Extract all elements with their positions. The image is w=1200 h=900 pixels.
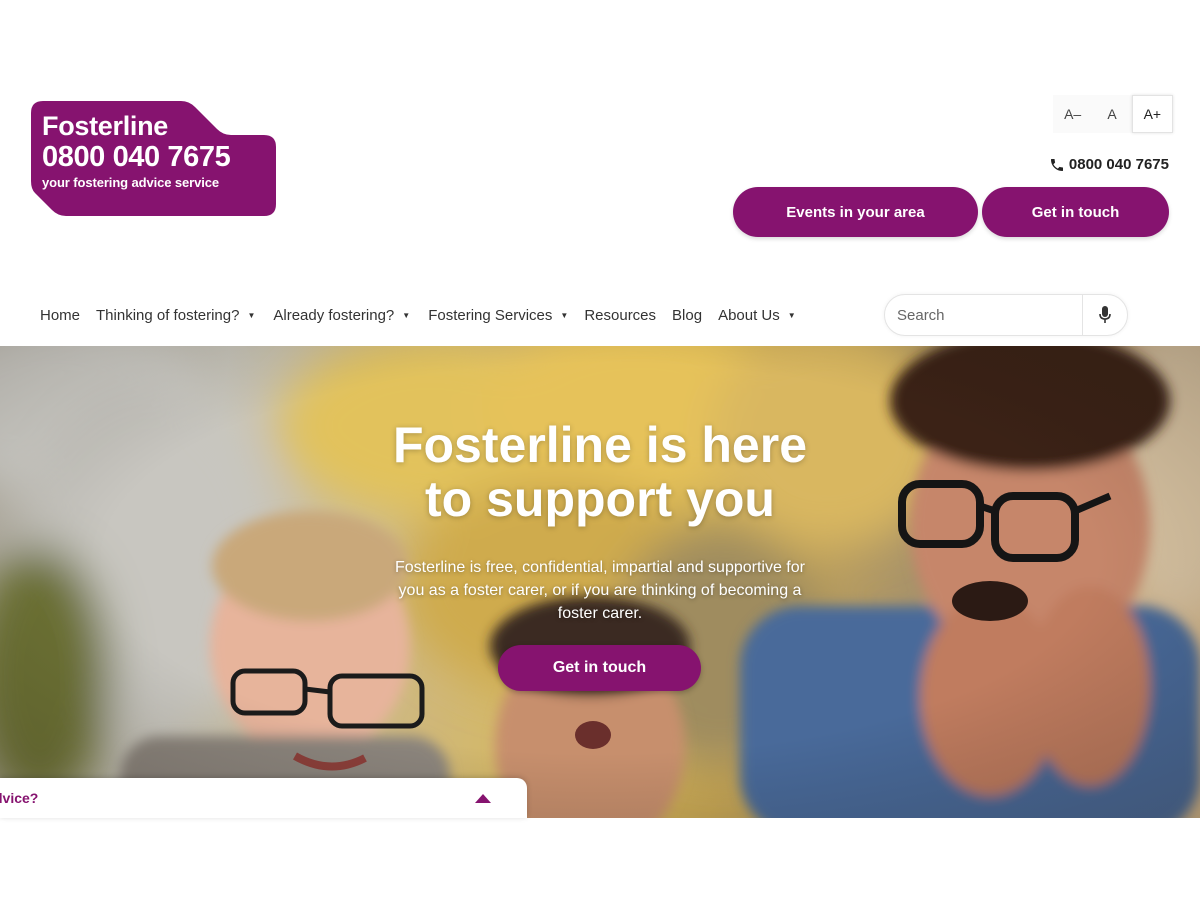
hero-get-in-touch-button[interactable]: Get in touch <box>498 645 701 691</box>
search-box <box>884 294 1128 336</box>
nav-item-label: Thinking of fostering? <box>96 306 240 324</box>
nav-item-thinking-of-fostering[interactable]: Thinking of fostering? ▼ <box>96 307 255 324</box>
font-normal-button[interactable]: A <box>1092 95 1132 133</box>
nav-item-home[interactable]: Home <box>40 307 80 324</box>
chat-widget-bar[interactable]: dvice? <box>0 778 527 818</box>
caret-up-icon[interactable] <box>475 793 491 803</box>
search-input[interactable] <box>885 295 1082 335</box>
microphone-icon <box>1099 306 1111 323</box>
caret-down-icon: ▼ <box>787 310 796 320</box>
font-decrease-button[interactable]: A– <box>1053 95 1093 133</box>
nav-item-label: Fostering Services <box>428 306 553 324</box>
nav-item-label: Already fostering? <box>273 306 395 324</box>
nav-item-label: About Us <box>718 306 780 324</box>
nav-item-about-us[interactable]: About Us ▼ <box>718 307 796 324</box>
header-phone-number: 0800 040 7675 <box>1068 156 1169 173</box>
caret-down-icon: ▼ <box>247 310 256 320</box>
events-in-your-area-button[interactable]: Events in your area <box>733 187 978 237</box>
logo-phone: 0800 040 7675 <box>42 141 231 173</box>
header-phone-link[interactable]: 0800 040 7675 <box>1049 156 1169 173</box>
nav-item-resources[interactable]: Resources <box>584 307 656 324</box>
hero-banner: Fosterline is here to support you Foster… <box>0 346 1200 818</box>
caret-down-icon: ▼ <box>402 310 411 320</box>
phone-icon <box>1050 158 1063 171</box>
main-navigation: Home Thinking of fostering? ▼ Already fo… <box>40 295 796 335</box>
nav-item-fostering-services[interactable]: Fostering Services ▼ <box>428 307 568 324</box>
logo-name: Fosterline <box>42 111 169 141</box>
nav-item-blog[interactable]: Blog <box>672 307 702 324</box>
hero-title-line-2: to support you <box>425 471 775 527</box>
site-logo[interactable]: Fosterline 0800 040 7675 your fostering … <box>31 101 276 216</box>
nav-item-label: Resources <box>584 306 657 324</box>
hero-description: Fosterline is free, confidential, impart… <box>395 559 805 622</box>
caret-down-icon: ▼ <box>560 310 569 320</box>
font-increase-button[interactable]: A+ <box>1131 95 1173 133</box>
chat-widget-label: dvice? <box>0 790 39 806</box>
header-get-in-touch-button[interactable]: Get in touch <box>982 187 1169 237</box>
nav-item-already-fostering[interactable]: Already fostering? ▼ <box>273 307 410 324</box>
hero-title: Fosterline is here to support you <box>300 418 900 526</box>
nav-item-label: Blog <box>672 306 703 324</box>
nav-item-label: Home <box>40 306 81 324</box>
hero-title-line-1: Fosterline is here <box>392 417 808 473</box>
font-size-controls: A– A A+ <box>1053 95 1173 133</box>
voice-search-button[interactable] <box>1083 295 1127 335</box>
logo-tagline: your fostering advice service <box>42 175 220 190</box>
